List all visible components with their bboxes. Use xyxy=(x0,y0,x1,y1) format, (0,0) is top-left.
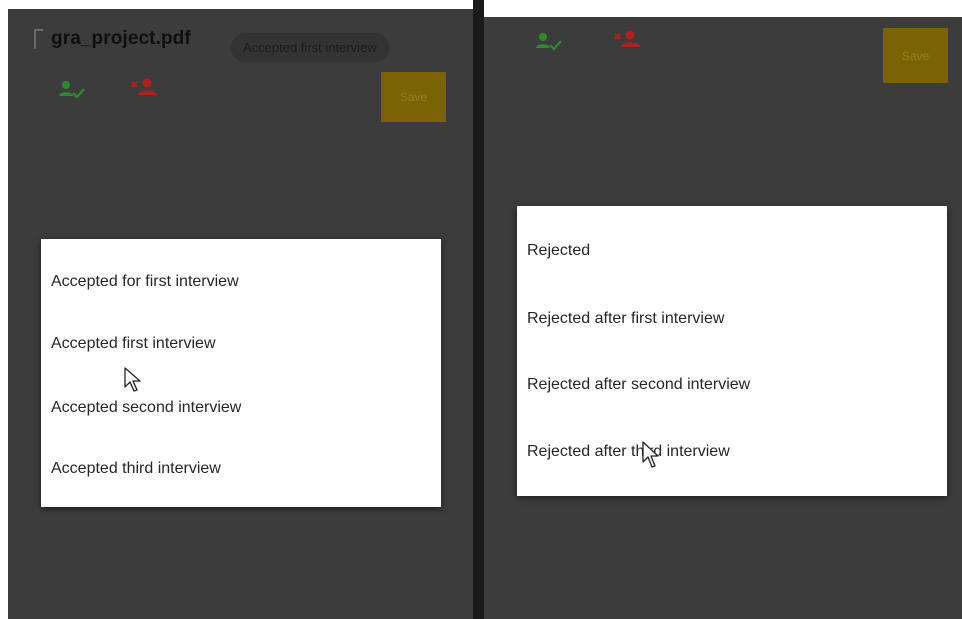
option-rejected-after-second-interview[interactable]: Rejected after second interview xyxy=(527,376,750,394)
left-screen: gra_project.pdf Accepted first interview… xyxy=(8,9,473,619)
reject-person-icon[interactable] xyxy=(613,29,643,51)
tooltip: Accepted first interview xyxy=(231,33,389,62)
option-accepted-first-interview[interactable]: Accepted first interview xyxy=(51,335,216,353)
right-screen: Save Rejected Rejected after first inter… xyxy=(484,17,962,619)
cursor-icon xyxy=(124,367,141,392)
option-accepted-third-interview[interactable]: Accepted third interview xyxy=(51,460,221,478)
divider xyxy=(473,0,484,619)
cursor-icon xyxy=(642,441,659,468)
option-rejected-after-third-interview[interactable]: Rejected after third interview xyxy=(527,443,730,461)
save-button[interactable]: Save xyxy=(381,72,446,122)
accept-person-icon[interactable] xyxy=(535,31,563,53)
save-button[interactable]: Save xyxy=(883,28,948,83)
option-rejected[interactable]: Rejected xyxy=(527,242,590,260)
option-rejected-after-first-interview[interactable]: Rejected after first interview xyxy=(527,310,724,328)
file-icon xyxy=(34,29,43,49)
option-accepted-for-first-interview[interactable]: Accepted for first interview xyxy=(51,273,239,291)
reject-person-icon[interactable] xyxy=(130,77,160,99)
accept-person-icon[interactable] xyxy=(58,79,86,101)
rejected-status-dialog: Rejected Rejected after first interview … xyxy=(517,206,947,496)
file-name: gra_project.pdf xyxy=(51,28,191,49)
option-accepted-second-interview[interactable]: Accepted second interview xyxy=(51,399,241,417)
file-header: gra_project.pdf xyxy=(34,28,191,50)
accepted-status-dialog: Accepted for first interview Accepted fi… xyxy=(41,239,441,507)
